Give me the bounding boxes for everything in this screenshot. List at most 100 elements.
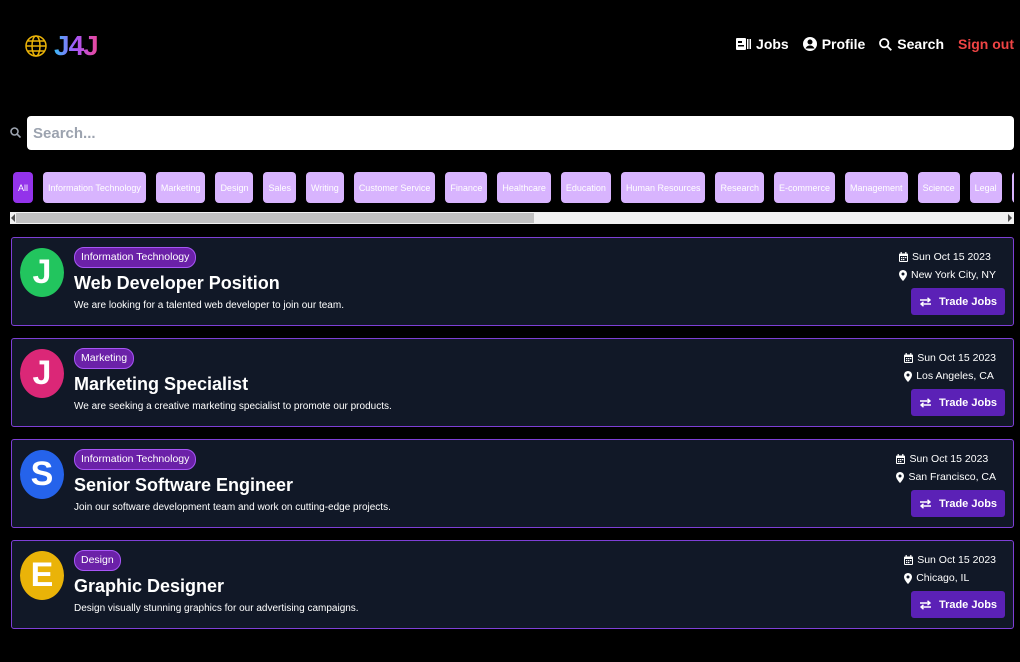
job-location-row: San Francisco, CA — [896, 468, 996, 486]
category-chip[interactable]: Research — [715, 172, 764, 203]
company-avatar: E — [20, 551, 64, 600]
category-chip[interactable]: Architecture — [1011, 172, 1014, 203]
job-meta: Sun Oct 15 2023 San Francisco, CA — [896, 450, 996, 486]
job-card[interactable]: J Information Technology Web Developer P… — [11, 237, 1014, 326]
job-location: Los Angeles, CA — [916, 370, 994, 382]
job-date: Sun Oct 15 2023 — [912, 251, 991, 263]
job-date: Sun Oct 15 2023 — [917, 352, 996, 364]
category-badge: Information Technology — [74, 247, 197, 268]
category-chip[interactable]: Education — [560, 172, 611, 203]
job-description: Design visually stunning graphics for ou… — [74, 603, 359, 614]
category-chip[interactable]: Writing — [305, 172, 344, 203]
job-card[interactable]: E Design Graphic Designer Design visuall… — [11, 540, 1014, 629]
map-pin-icon — [896, 471, 905, 483]
job-card[interactable]: S Information Technology Senior Software… — [11, 439, 1014, 528]
job-title: Senior Software Engineer — [74, 475, 294, 495]
job-card[interactable]: J Marketing Marketing Specialist We are … — [11, 338, 1014, 427]
trade-jobs-label: Trade Jobs — [938, 598, 998, 611]
calendar-icon — [899, 252, 908, 262]
search-input[interactable] — [27, 116, 1014, 150]
map-pin-icon — [904, 572, 913, 584]
search-bar — [10, 116, 1014, 150]
logo[interactable]: J4J — [24, 30, 99, 62]
job-title: Marketing Specialist — [74, 374, 249, 394]
scroll-right-arrow-icon[interactable] — [1008, 214, 1012, 222]
category-chip[interactable]: Human Resources — [620, 172, 706, 203]
user-circle-icon — [802, 37, 817, 51]
job-date: Sun Oct 15 2023 — [917, 554, 996, 566]
category-chip[interactable]: Management — [845, 172, 908, 203]
category-chip[interactable]: Information Technology — [43, 172, 146, 203]
category-chip[interactable]: Legal — [969, 172, 1002, 203]
category-chip[interactable]: Sales — [263, 172, 296, 203]
company-avatar: S — [20, 450, 64, 499]
job-date: Sun Oct 15 2023 — [909, 453, 989, 465]
category-filter-bar: All Information Technology Marketing Design… — [13, 172, 1014, 204]
job-meta: Sun Oct 15 2023 New York City, NY — [899, 248, 996, 284]
category-badge: Design — [74, 550, 121, 571]
category-chip[interactable]: Customer Service — [353, 172, 436, 203]
scroll-thumb[interactable] — [16, 213, 534, 223]
job-location-row: Los Angeles, CA — [904, 367, 996, 385]
map-pin-icon — [899, 269, 907, 281]
nav-search[interactable]: Search — [879, 36, 944, 52]
job-date-row: Sun Oct 15 2023 — [904, 349, 996, 367]
nav-profile[interactable]: Profile — [802, 36, 866, 52]
globe-icon — [25, 35, 47, 57]
category-chip[interactable]: Marketing — [155, 172, 206, 203]
trade-jobs-label: Trade Jobs — [938, 497, 998, 510]
job-location: Chicago, IL — [916, 572, 970, 584]
swap-arrows-icon — [919, 296, 932, 307]
search-icon — [10, 127, 21, 138]
scroll-left-arrow-icon[interactable] — [11, 214, 15, 222]
trade-jobs-button[interactable]: Trade Jobs — [911, 591, 1005, 618]
category-chip[interactable]: All — [13, 172, 34, 203]
category-chip[interactable]: Science — [917, 172, 960, 203]
nav-jobs[interactable]: Jobs — [736, 36, 789, 52]
swap-arrows-icon — [919, 599, 932, 610]
nav-jobs-label: Jobs — [756, 36, 789, 52]
category-badge: Marketing — [74, 348, 135, 369]
category-chip[interactable]: Design — [215, 172, 254, 203]
nav-profile-label: Profile — [821, 36, 866, 52]
job-meta: Sun Oct 15 2023 Chicago, IL — [904, 551, 996, 587]
category-chip[interactable]: Healthcare — [497, 172, 551, 203]
category-scrollbar[interactable] — [10, 212, 1014, 224]
top-nav: Jobs Profile Search Sign out — [736, 36, 1014, 52]
trade-jobs-button[interactable]: Trade Jobs — [911, 389, 1005, 416]
briefcase-list-icon — [736, 38, 752, 50]
job-location-row: Chicago, IL — [904, 569, 996, 587]
search-icon — [879, 37, 893, 51]
calendar-icon — [896, 454, 906, 464]
trade-jobs-label: Trade Jobs — [938, 295, 998, 308]
job-date-row: Sun Oct 15 2023 — [904, 551, 996, 569]
trade-jobs-button[interactable]: Trade Jobs — [911, 490, 1005, 517]
category-badge: Information Technology — [74, 449, 197, 470]
category-chip[interactable]: E-commerce — [774, 172, 836, 203]
job-description: We are looking for a talented web develo… — [74, 300, 344, 311]
swap-arrows-icon — [919, 397, 932, 408]
nav-signout[interactable]: Sign out — [958, 36, 1014, 52]
company-avatar: J — [20, 349, 64, 398]
job-description: We are seeking a creative marketing spec… — [74, 401, 392, 412]
swap-arrows-icon — [919, 498, 932, 509]
calendar-icon — [904, 353, 914, 363]
job-meta: Sun Oct 15 2023 Los Angeles, CA — [904, 349, 996, 385]
job-title: Graphic Designer — [74, 576, 225, 596]
header: J4J Jobs Profile Search Sign out — [0, 0, 1020, 96]
job-date-row: Sun Oct 15 2023 — [899, 248, 996, 266]
trade-jobs-label: Trade Jobs — [938, 396, 998, 409]
logo-text: J4J — [54, 30, 99, 61]
job-title: Web Developer Position — [74, 273, 280, 293]
job-location: San Francisco, CA — [908, 471, 996, 483]
job-location: New York City, NY — [911, 269, 996, 281]
calendar-icon — [904, 555, 914, 565]
nav-search-label: Search — [897, 36, 944, 52]
job-date-row: Sun Oct 15 2023 — [896, 450, 996, 468]
category-chip[interactable]: Finance — [445, 172, 488, 203]
job-description: Join our software development team and w… — [74, 502, 391, 513]
job-location-row: New York City, NY — [899, 266, 996, 284]
trade-jobs-button[interactable]: Trade Jobs — [911, 288, 1005, 315]
map-pin-icon — [904, 370, 913, 382]
company-avatar: J — [20, 248, 64, 297]
